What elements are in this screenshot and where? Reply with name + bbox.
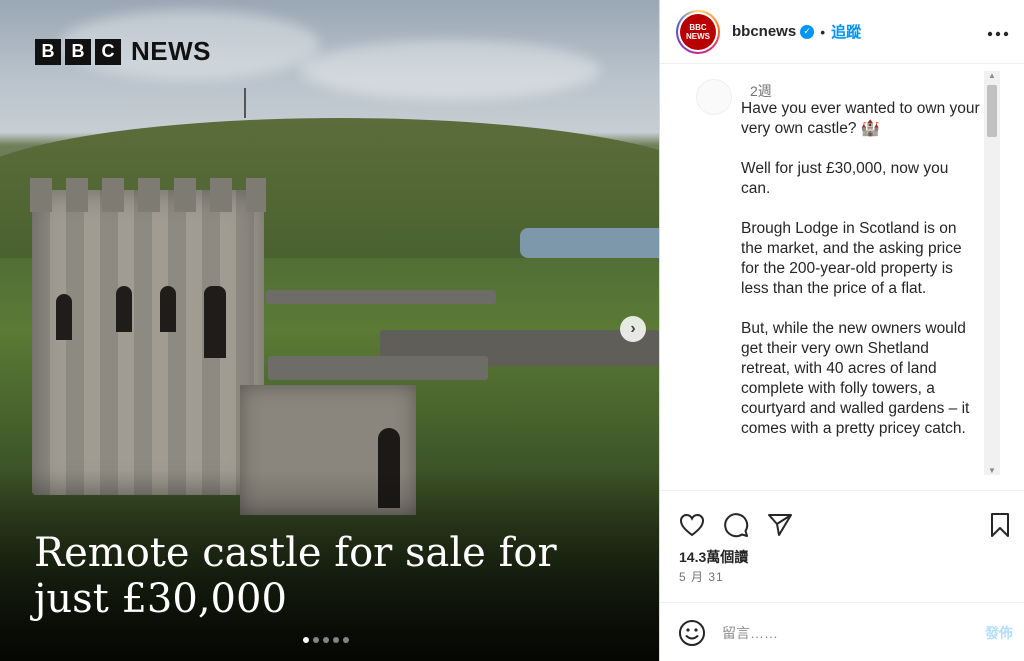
castle-tower	[30, 178, 266, 495]
post-comment-button[interactable]: 發佈	[985, 623, 1013, 643]
like-heart-icon[interactable]	[678, 511, 706, 539]
stone-wall	[268, 356, 488, 380]
tower-window	[204, 286, 226, 358]
follow-button[interactable]: 追蹤	[831, 21, 861, 42]
sea	[520, 228, 659, 258]
caption-scroll-area[interactable]: 2週 Have you ever wanted to own your very…	[660, 65, 1024, 489]
tower-window	[56, 294, 72, 340]
caption-time: 2週	[750, 83, 772, 99]
bookmark-save-icon[interactable]	[986, 511, 1014, 539]
separator: •	[820, 23, 826, 40]
carousel-indicator	[303, 637, 349, 643]
next-slide-button[interactable]: ›	[620, 316, 646, 342]
emoji-smiley-icon[interactable]	[678, 619, 706, 647]
carousel-dot	[333, 637, 339, 643]
logo-letter: B	[35, 38, 61, 65]
view-count[interactable]: 14.3萬個讀	[679, 547, 748, 567]
carousel-dot	[323, 637, 329, 643]
comment-input[interactable]	[722, 621, 962, 645]
verified-badge-icon: ✓	[800, 24, 815, 39]
logo-word: NEWS	[131, 36, 211, 66]
scroll-down-arrow-icon[interactable]: ▼	[988, 466, 996, 475]
post-date[interactable]: 5 月 31	[679, 568, 724, 585]
bbc-news-logo: B B C NEWS	[35, 36, 211, 67]
avatar-text: BBC	[689, 22, 707, 32]
avatar-text: NEWS	[686, 31, 710, 41]
tower-window	[160, 286, 176, 332]
caption-avatar[interactable]	[696, 79, 732, 115]
cloud	[300, 40, 600, 100]
headline-line: just £30,000	[34, 576, 287, 622]
post-media[interactable]: B B C NEWS Remote castle for sale for ju…	[0, 0, 659, 661]
headline-line: Remote castle for sale for	[34, 530, 557, 576]
media-headline: Remote castle for sale for just £30,000	[34, 530, 634, 622]
username-link[interactable]: bbcnews	[732, 23, 796, 40]
post-actions: 14.3萬個讀 5 月 31	[660, 490, 1024, 602]
carousel-dot	[343, 637, 349, 643]
scrollbar[interactable]: ▲ ▼	[984, 71, 1000, 475]
story-ring[interactable]: BBC NEWS	[676, 9, 720, 54]
scrollbar-thumb[interactable]	[987, 85, 997, 137]
stone-wall	[266, 290, 496, 304]
avatar[interactable]: BBC NEWS	[680, 13, 716, 50]
post-side-panel: BBC NEWS bbcnews ✓ • 追蹤 2週 Have you ever…	[659, 0, 1024, 661]
radio-mast	[244, 88, 246, 118]
logo-letter: C	[95, 38, 121, 65]
logo-letter: B	[65, 38, 91, 65]
comment-bar: 發佈	[660, 602, 1024, 661]
post-header: BBC NEWS bbcnews ✓ • 追蹤	[660, 0, 1024, 64]
avatar-frame: BBC NEWS	[678, 11, 718, 52]
tower-window	[116, 286, 132, 332]
more-options-icon[interactable]	[987, 20, 1009, 43]
scroll-up-arrow-icon[interactable]: ▲	[988, 71, 996, 80]
carousel-dot	[303, 637, 309, 643]
carousel-dot	[313, 637, 319, 643]
share-send-icon[interactable]	[766, 511, 794, 539]
comment-icon[interactable]	[722, 511, 750, 539]
chevron-right-icon: ›	[630, 320, 636, 337]
caption-text: Have you ever wanted to own your very ow…	[741, 100, 980, 437]
more-icon-svg	[987, 31, 1009, 37]
